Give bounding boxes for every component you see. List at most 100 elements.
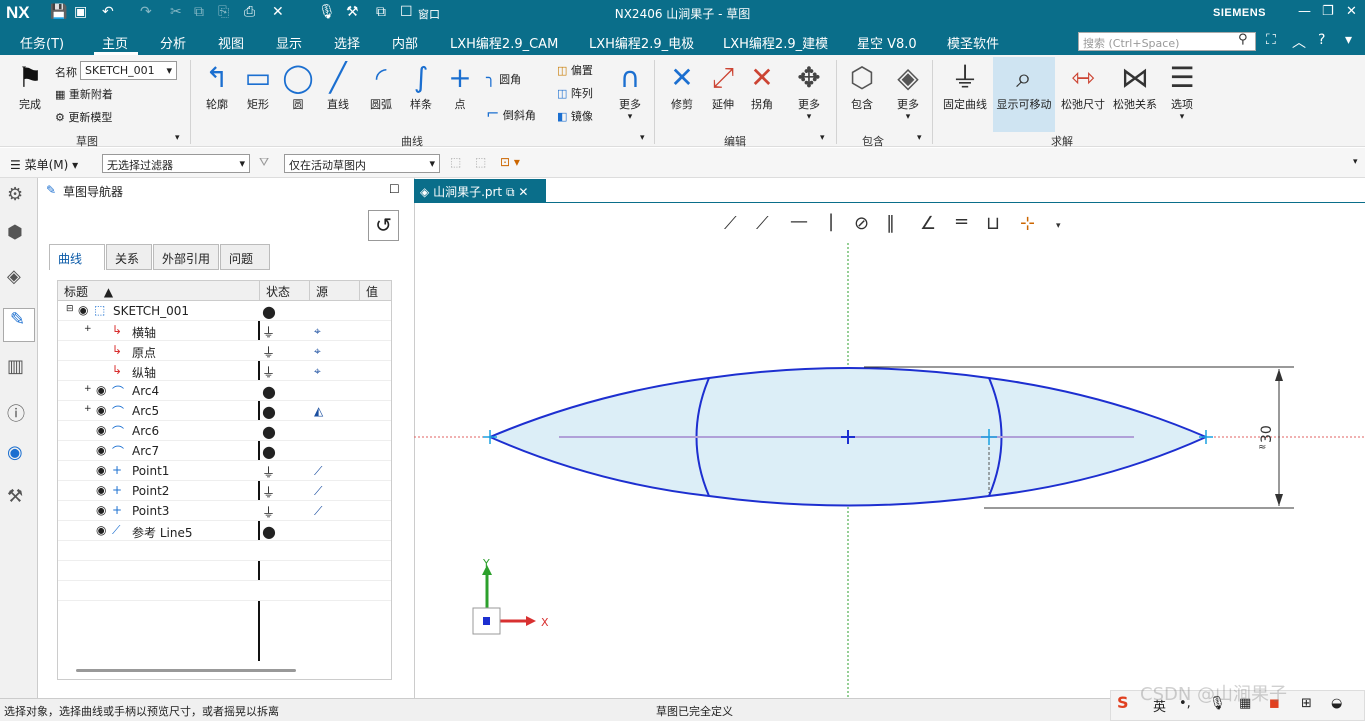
tab-moshengsoft[interactable]: 模圣软件 [947, 33, 999, 52]
sketch-navigator-icon[interactable]: ✎ [3, 308, 35, 342]
more-tabs-icon[interactable]: ▾ [1345, 32, 1352, 48]
select-body-icon[interactable]: ⬚ [475, 155, 486, 169]
point-button[interactable]: + 点 [443, 60, 477, 112]
update-model-button[interactable]: ⚙ 更新模型 [55, 109, 112, 125]
column-state[interactable]: 状态 [259, 281, 309, 301]
command-search-input[interactable]: 搜索 (Ctrl+Space) [1078, 32, 1256, 51]
tab-lxh-modeling[interactable]: LXH编程2.9_建模 [723, 33, 828, 52]
line-button[interactable]: ╱ 直线 [320, 60, 356, 112]
tab-xingkong[interactable]: 星空 V8.0 [857, 33, 917, 52]
document-tab[interactable]: ◈ 山涧果子.prt ⧉ ✕ [414, 179, 546, 203]
circle-button[interactable]: ◯ 圆 [280, 60, 316, 112]
column-source[interactable]: 源 [309, 281, 359, 301]
tab-display[interactable]: 显示 [276, 33, 302, 52]
sketch-name-select[interactable]: SKETCH_001 ▾ [80, 61, 177, 80]
part-navigator-icon[interactable]: ⬢ [7, 222, 23, 243]
edit-more-button[interactable]: ✥ 更多 ▾ [790, 60, 828, 122]
tab-problems[interactable]: 问题 [220, 244, 270, 270]
relax-dimension-button[interactable]: ⇿ 松弛尺寸 [1058, 60, 1108, 112]
assembly-navigator-icon[interactable]: ◈ [7, 266, 21, 287]
fullscreen-icon[interactable]: ⛶ [1266, 32, 1276, 48]
visibility-icon[interactable]: ◉ [96, 443, 106, 457]
pin-icon[interactable]: ⧉ [506, 185, 515, 199]
include-more-button[interactable]: ◈ 更多 ▾ [889, 60, 927, 122]
group-expand-icon[interactable]: ▾ [640, 133, 645, 143]
expand-toggle[interactable]: + [84, 324, 92, 334]
expand-toggle[interactable]: + [84, 384, 92, 394]
column-value[interactable]: 值 [359, 281, 391, 301]
reuse-library-icon[interactable]: ▥ [7, 356, 24, 377]
expand-toggle[interactable]: ⊟ [66, 304, 74, 314]
relax-relation-button[interactable]: ⋈ 松弛关系 [1110, 60, 1160, 112]
rectangle-button[interactable]: ▭ 矩形 [239, 60, 277, 112]
arc-button[interactable]: ◜ 圆弧 [362, 60, 400, 112]
table-row[interactable]: ◉ + Point1 ⏚ ⟋ [58, 461, 391, 481]
tab-internal[interactable]: 内部 [392, 33, 418, 52]
table-row[interactable]: + ↳ 横轴 ⏚ ⌖ [58, 321, 391, 341]
pattern-button[interactable]: ◫ 阵列 [557, 85, 593, 101]
fillet-button[interactable]: ╮ 圆角 [486, 68, 521, 87]
reattach-button[interactable]: ▦ 重新附着 [55, 86, 113, 102]
ime-menu-icon[interactable]: ◒ [1331, 696, 1342, 711]
tab-lxh-electrode[interactable]: LXH编程2.9_电极 [589, 33, 694, 52]
minimize-icon[interactable]: — [1298, 4, 1311, 19]
select-feature-icon[interactable]: ⬚ [450, 155, 461, 169]
visibility-icon[interactable]: ◉ [96, 463, 106, 477]
sketch-canvas[interactable]: 30 ≈ Y X [414, 203, 1365, 698]
tab-select[interactable]: 选择 [334, 33, 360, 52]
finish-sketch-button[interactable]: ⚑ 完成 [8, 60, 52, 112]
group-expand-icon[interactable]: ▾ [820, 133, 825, 143]
offset-button[interactable]: ◫ 偏置 [557, 62, 593, 78]
table-row[interactable]: ◉ + Point3 ⏚ ⟋ [58, 501, 391, 521]
fix-curve-button[interactable]: ⏚ 固定曲线 [940, 60, 990, 112]
bar-overflow-icon[interactable]: ▾ [1353, 157, 1358, 167]
sogou-icon[interactable]: S [1117, 693, 1129, 712]
visibility-icon[interactable]: ◉ [96, 383, 106, 397]
restore-icon[interactable]: ❐ [1322, 4, 1334, 19]
table-row[interactable]: ↳ 纵轴 ⏚ ⌖ [58, 361, 391, 381]
filter-reset-icon[interactable]: ⛛ [259, 155, 269, 170]
extend-button[interactable]: ⤢ 延伸 [704, 60, 742, 112]
snap-point-icon[interactable]: ⊡ ▾ [500, 155, 520, 169]
table-row[interactable]: ↳ 原点 ⏚ ⌖ [58, 341, 391, 361]
tab-relations[interactable]: 关系 [106, 244, 152, 270]
refresh-button[interactable]: ↺ [368, 210, 399, 241]
tab-tasks[interactable]: 任务(T) [20, 33, 64, 52]
group-expand-icon[interactable]: ▾ [917, 133, 922, 143]
table-row[interactable]: ◉ ⌒ Arc6 ● [58, 421, 391, 441]
settings-icon[interactable]: ⚙ [7, 184, 23, 205]
trim-button[interactable]: ✕ 修剪 [662, 60, 702, 112]
tab-lxh-cam[interactable]: LXH编程2.9_CAM [450, 33, 558, 52]
visibility-icon[interactable]: ◉ [96, 523, 106, 537]
group-expand-icon[interactable]: ▾ [175, 133, 180, 143]
tab-curves[interactable]: 曲线 [49, 244, 105, 270]
corner-button[interactable]: ✕ 拐角 [743, 60, 781, 112]
table-row[interactable]: + ◉ ⌒ Arc4 ● [58, 381, 391, 401]
tab-external-refs[interactable]: 外部引用 [153, 244, 219, 270]
include-button[interactable]: ⬡ 包含 [843, 60, 881, 112]
web-browser-icon[interactable]: ◉ [7, 442, 23, 463]
expand-toggle[interactable]: + [84, 404, 92, 414]
curve-more-button[interactable]: ∩ 更多 ▾ [612, 60, 648, 122]
visibility-icon[interactable]: ◉ [96, 403, 106, 417]
tab-view[interactable]: 视图 [218, 33, 244, 52]
tools-icon[interactable]: ⚒ [7, 486, 23, 507]
spline-button[interactable]: ∫ 样条 [403, 60, 439, 112]
toolbox-icon[interactable]: ⊞ [1301, 696, 1312, 711]
mirror-button[interactable]: ◧ 镜像 [557, 108, 593, 124]
column-title[interactable]: 标题 ▲ [58, 281, 259, 301]
type-filter-select[interactable]: 无选择过滤器 ▾ [102, 154, 250, 173]
search-icon[interactable]: ⚲ [1238, 32, 1248, 47]
table-row[interactable]: ⊟ ◉ ⬚ SKETCH_001 ● [58, 301, 391, 321]
chamfer-button[interactable]: ⌐ 倒斜角 [486, 104, 536, 123]
info-icon[interactable]: ⓘ [7, 400, 25, 426]
show-movable-button[interactable]: ⌕ 显示可移动 [993, 57, 1055, 132]
visibility-icon[interactable]: ◉ [78, 303, 88, 317]
table-row[interactable]: ◉ + Point2 ⏚ ⟋ [58, 481, 391, 501]
visibility-icon[interactable]: ◉ [96, 483, 106, 497]
scope-select[interactable]: 仅在活动草图内 ▾ [284, 154, 440, 173]
tab-analysis[interactable]: 分析 [160, 33, 186, 52]
table-row[interactable]: ◉ ⟋ 参考 Line5 ● [58, 521, 391, 541]
close-tab-icon[interactable]: ✕ [518, 185, 528, 199]
maximize-panel-icon[interactable]: ☐ [389, 182, 400, 196]
